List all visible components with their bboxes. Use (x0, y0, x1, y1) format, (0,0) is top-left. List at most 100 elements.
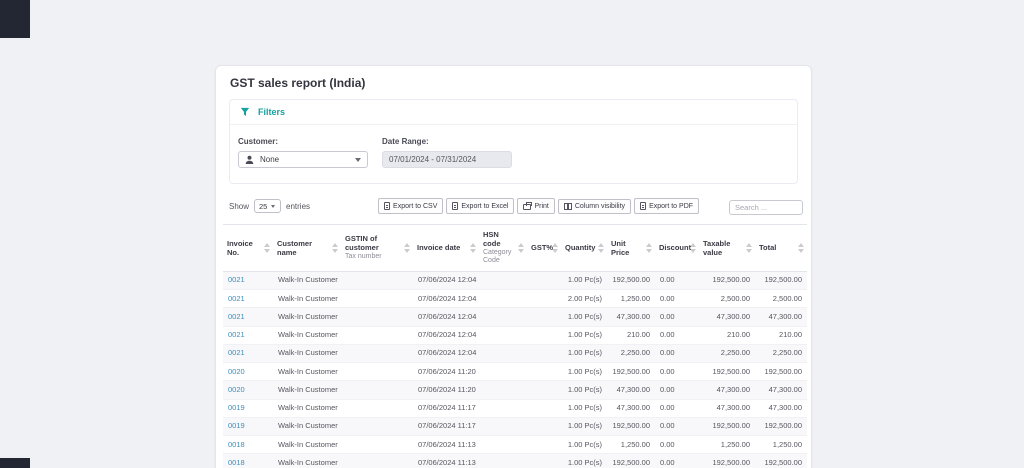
invoice-link[interactable]: 0019 (228, 421, 245, 430)
export-pdf-button[interactable]: Export to PDF (634, 198, 699, 214)
export-csv-button[interactable]: Export to CSV (378, 198, 443, 214)
export-button-label: Column visibility (575, 203, 625, 210)
table-cell: 1,250.00 (607, 436, 655, 454)
column-label: Invoice date (417, 243, 460, 252)
invoice-link[interactable]: 0018 (228, 440, 245, 449)
invoice-link[interactable]: 0019 (228, 403, 245, 412)
table-cell: 0.00 (655, 326, 699, 344)
entries-select[interactable]: 25 (254, 199, 281, 213)
table-cell: 1,250.00 (699, 436, 755, 454)
column-sublabel: Tax number (345, 253, 402, 261)
invoice-link[interactable]: 0021 (228, 330, 245, 339)
invoice-link[interactable]: 0020 (228, 367, 245, 376)
table-cell: 1.00 Pc(s) (561, 436, 607, 454)
sort-icon (264, 243, 270, 253)
table-cell (341, 417, 413, 435)
table-cell: 1.00 Pc(s) (561, 344, 607, 362)
date-range-filter: Date Range: (382, 137, 512, 168)
invoice-cell: 0018 (223, 436, 273, 454)
export-excel-button[interactable]: Export to Excel (446, 198, 514, 214)
table-cell: Walk-In Customer (273, 326, 341, 344)
column-header[interactable]: GST% (527, 225, 561, 272)
invoice-cell: 0021 (223, 308, 273, 326)
table-cell: 1.00 Pc(s) (561, 308, 607, 326)
column-label: Discount (659, 243, 691, 252)
table-cell: 192,500.00 (699, 271, 755, 289)
filters-header: Filters (230, 100, 797, 125)
table-row: 0020Walk-In Customer07/06/2024 11:201.00… (223, 363, 807, 381)
invoice-link[interactable]: 0021 (228, 294, 245, 303)
column-label: Quantity (565, 243, 595, 252)
sort-icon (598, 243, 604, 253)
print-button[interactable]: Print (517, 198, 554, 214)
table-cell: 192,500.00 (755, 417, 807, 435)
table-cell: 210.00 (607, 326, 655, 344)
table-cell: 47,300.00 (699, 399, 755, 417)
report-table: Invoice No.Customer name GSTIN of custome… (223, 224, 807, 468)
table-cell: 210.00 (699, 326, 755, 344)
table-row: 0020Walk-In Customer07/06/2024 11:201.00… (223, 381, 807, 399)
table-row: 0021Walk-In Customer07/06/2024 12:042.00… (223, 290, 807, 308)
column-header[interactable]: Taxable value (699, 225, 755, 272)
table-cell (527, 290, 561, 308)
table-controls: Show 25 entries Export to CSVExport to E… (216, 184, 811, 224)
column-label: GSTIN of customer (345, 234, 379, 252)
column-header[interactable]: GSTIN of customerTax number (341, 225, 413, 272)
search-input[interactable] (729, 200, 803, 215)
column-visibility-button[interactable]: Column visibility (558, 199, 631, 214)
column-label: Taxable value (703, 239, 730, 257)
table-cell: 192,500.00 (699, 454, 755, 468)
page-title: GST sales report (India) (230, 76, 797, 90)
invoice-link[interactable]: 0020 (228, 385, 245, 394)
invoice-link[interactable]: 0021 (228, 275, 245, 284)
date-range-input[interactable] (382, 151, 512, 168)
sidebar-fragment-bottom (0, 458, 30, 468)
column-label: GST% (531, 243, 553, 252)
column-header[interactable]: Invoice date (413, 225, 479, 272)
column-label: Customer name (277, 239, 312, 257)
table-cell (479, 363, 527, 381)
table-cell: 0.00 (655, 308, 699, 326)
table-cell: 07/06/2024 12:04 (413, 308, 479, 326)
sidebar-fragment-top (0, 0, 30, 38)
column-label: Unit Price (611, 239, 629, 257)
customer-select[interactable]: None (238, 151, 368, 168)
column-header[interactable]: Customer name (273, 225, 341, 272)
table-row: 0021Walk-In Customer07/06/2024 12:041.00… (223, 271, 807, 289)
table-cell: 210.00 (755, 326, 807, 344)
export-button-label: Export to PDF (649, 203, 693, 210)
column-header[interactable]: Quantity (561, 225, 607, 272)
invoice-link[interactable]: 0021 (228, 312, 245, 321)
print-icon (523, 204, 531, 210)
table-cell (527, 363, 561, 381)
report-card: GST sales report (India) Filters Custome… (215, 65, 812, 468)
table-cell: 0.00 (655, 344, 699, 362)
sort-icon (332, 243, 338, 253)
column-header[interactable]: Total (755, 225, 807, 272)
table-cell (341, 344, 413, 362)
show-label: Show (229, 202, 249, 211)
table-cell: 2,250.00 (607, 344, 655, 362)
table-cell: Walk-In Customer (273, 308, 341, 326)
table-cell: Walk-In Customer (273, 417, 341, 435)
column-header[interactable]: Invoice No. (223, 225, 273, 272)
column-header[interactable]: Discount (655, 225, 699, 272)
table-row: 0021Walk-In Customer07/06/2024 12:041.00… (223, 344, 807, 362)
table-cell: 47,300.00 (607, 399, 655, 417)
column-label: HSN code (483, 230, 501, 248)
table-cell: 2,250.00 (699, 344, 755, 362)
user-icon (245, 155, 254, 164)
column-header[interactable]: Unit Price (607, 225, 655, 272)
table-cell: 07/06/2024 11:17 (413, 399, 479, 417)
file-export-icon (384, 202, 390, 210)
table-cell (479, 436, 527, 454)
table-cell: 2,500.00 (699, 290, 755, 308)
invoice-link[interactable]: 0021 (228, 348, 245, 357)
invoice-link[interactable]: 0018 (228, 458, 245, 467)
sort-icon (552, 243, 558, 253)
entries-label: entries (286, 202, 310, 211)
table-cell (527, 271, 561, 289)
column-header[interactable]: HSN codeCategory Code (479, 225, 527, 272)
show-entries: Show 25 entries (229, 199, 310, 213)
table-cell (341, 290, 413, 308)
